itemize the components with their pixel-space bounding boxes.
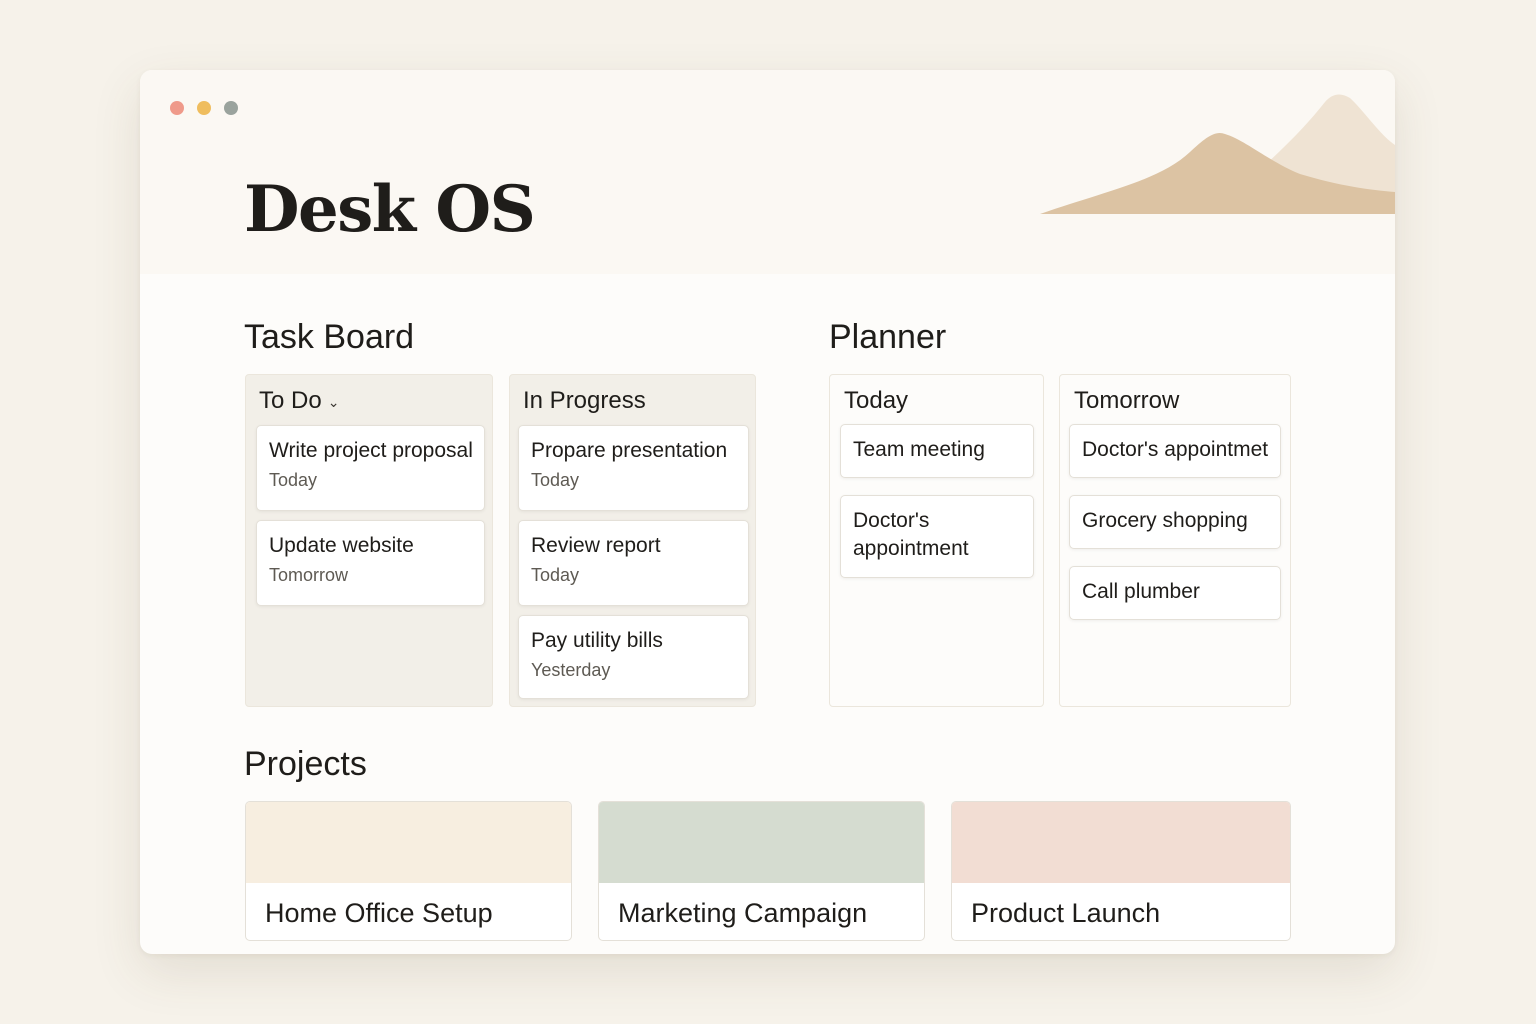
column-header-tomorrow: Tomorrow [1074,387,1179,415]
column-header-todo[interactable]: To Do ⌄ [259,387,339,415]
project-card[interactable]: Marketing Campaign [598,801,925,941]
window-controls [170,101,238,115]
task-card[interactable]: Write project proposal Today [256,425,485,511]
chevron-down-icon[interactable]: ⌄ [328,394,340,411]
task-due: Today [531,470,580,490]
project-title: Home Office Setup [265,898,493,928]
project-cover [952,802,1290,883]
task-card[interactable]: Propare presentation Today [518,425,749,511]
project-card[interactable]: Home Office Setup [245,801,572,941]
task-card[interactable]: Review report Today [518,520,749,606]
task-title: Propare presentation [531,439,728,462]
header-banner: Desk OS [140,70,1395,274]
column-label: Tomorrow [1074,387,1180,414]
planner-item[interactable]: Call plumber [1069,566,1281,620]
projects-heading: Projects [244,745,367,783]
task-card[interactable]: Update website Tomorrow [256,520,485,606]
column-label: In Progress [523,387,646,414]
task-due: Today [531,565,580,585]
planner-column-tomorrow: Tomorrow Doctor's appointmet Grocery sho… [1059,374,1291,707]
board-column-in-progress: In Progress Propare presentation Today R… [509,374,756,707]
planner-item-title: Call plumber [1082,580,1200,603]
planner-item-title: Doctor's appointment [853,509,969,560]
column-label: To Do [259,387,322,414]
planner-item[interactable]: Grocery shopping [1069,495,1281,549]
minimize-button[interactable] [197,101,211,115]
project-cover [599,802,924,883]
planner-item-title: Team meeting [853,438,985,461]
task-due: Tomorrow [269,565,349,585]
column-header-today: Today [844,387,908,415]
planner-item-title: Grocery shopping [1082,509,1248,532]
task-title: Update website [269,534,414,557]
task-title: Write project proposal [269,439,473,462]
project-card[interactable]: Product Launch [951,801,1291,941]
planner-heading: Planner [829,318,947,356]
zoom-button[interactable] [224,101,238,115]
page-title: Desk OS [244,172,536,247]
project-title: Product Launch [971,898,1161,928]
task-title: Review report [531,534,661,557]
column-header-in-progress[interactable]: In Progress [523,387,646,415]
planner-item-title: Doctor's appointmet [1082,438,1269,461]
board-column-todo: To Do ⌄ Write project proposal Today Upd… [245,374,493,707]
planner-item[interactable]: Doctor's appointmet [1069,424,1281,478]
planner-item[interactable]: Team meeting [840,424,1034,478]
project-cover [246,802,571,883]
project-title: Marketing Campaign [618,898,868,928]
planner-column-today: Today Team meeting Doctor's appointment [829,374,1044,707]
column-label: Today [844,387,909,414]
close-button[interactable] [170,101,184,115]
task-due: Yesterday [531,660,611,680]
planner-item[interactable]: Doctor's appointment [840,495,1034,578]
app-window: Desk OS Task Board To Do ⌄ Write project… [140,70,1395,954]
task-card[interactable]: Pay utility bills Yesterday [518,615,749,699]
task-due: Today [269,470,318,490]
task-title: Pay utility bills [531,629,663,652]
task-board-heading: Task Board [244,318,415,356]
mountain-illustration [1040,94,1395,214]
